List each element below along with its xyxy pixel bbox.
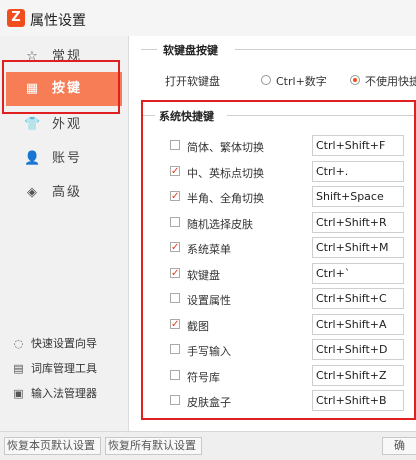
section-divider [235, 49, 416, 50]
reset-all-defaults-button[interactable]: 恢复所有默认设置 [105, 437, 202, 455]
ime-manager-icon: ▣ [13, 387, 24, 400]
radio-ctrl-number-label: Ctrl+数字 [276, 75, 327, 88]
section-divider [141, 49, 157, 50]
sidebar-item-label: 高级 [52, 185, 83, 200]
shortcuts-highlight-box [141, 100, 416, 420]
dictionary-manager-link[interactable]: ▤ 词库管理工具 [12, 360, 97, 376]
wizard-icon: ◌ [13, 337, 24, 350]
soft-keyboard-section-title: 软键盘按键 [163, 44, 218, 57]
reset-page-defaults-button[interactable]: 恢复本页默认设置 [4, 437, 101, 455]
layers-icon: ◈ [27, 185, 37, 200]
tool-label: 输入法管理器 [31, 387, 97, 400]
radio-no-shortcut[interactable] [350, 75, 360, 85]
sidebar-item-label: 账号 [52, 151, 83, 166]
radio-ctrl-number[interactable] [261, 75, 271, 85]
tool-label: 快速设置向导 [31, 337, 97, 350]
radio-no-shortcut-label: 不使用快捷 [365, 75, 416, 88]
soft-keyboard-row-label: 打开软键盘 [165, 75, 220, 88]
app-logo-icon: Z [7, 9, 25, 27]
confirm-button[interactable]: 确 [382, 437, 416, 455]
user-icon: 👤 [24, 151, 41, 166]
sidebar-item-account[interactable]: 👤 账号 [0, 142, 128, 176]
quick-setup-wizard-link[interactable]: ◌ 快速设置向导 [12, 335, 97, 351]
nav-highlight-box [2, 60, 120, 114]
window-title: 属性设置 [30, 13, 86, 29]
shirt-icon: 👕 [24, 117, 41, 132]
dictionary-icon: ▤ [13, 362, 24, 375]
sidebar-item-advanced[interactable]: ◈ 高级 [0, 176, 128, 210]
tool-label: 词库管理工具 [31, 362, 97, 375]
footer-bar: 恢复本页默认设置 恢复所有默认设置 确 [0, 431, 416, 460]
ime-manager-link[interactable]: ▣ 输入法管理器 [12, 385, 97, 401]
title-bar: Z 属性设置 [0, 0, 416, 36]
